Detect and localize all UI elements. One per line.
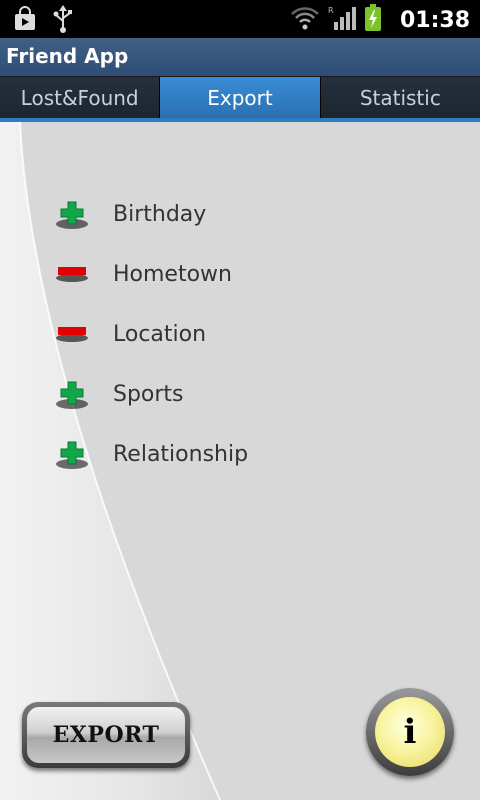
shopping-bag-icon	[12, 6, 38, 36]
minus-icon[interactable]	[50, 254, 94, 294]
list-item-sports[interactable]: Sports	[50, 374, 430, 414]
info-icon: i	[403, 712, 417, 752]
tab-export[interactable]: Export	[160, 77, 321, 119]
status-right-icons: R 01:38	[290, 4, 470, 36]
minus-icon[interactable]	[50, 314, 94, 354]
list-item-label: Hometown	[113, 261, 232, 287]
list-item-birthday[interactable]: Birthday	[50, 194, 430, 234]
plus-icon[interactable]	[50, 374, 94, 414]
status-left-icons	[12, 5, 74, 37]
list-item-hometown[interactable]: Hometown	[50, 254, 430, 294]
plus-icon[interactable]	[50, 434, 94, 474]
wifi-icon	[290, 5, 320, 35]
tab-lost-and-found[interactable]: Lost&Found	[0, 77, 161, 119]
signal-icon: R	[328, 4, 356, 36]
battery-charging-icon	[364, 4, 382, 36]
app-title: Friend App	[6, 44, 129, 68]
tab-statistic[interactable]: Statistic	[320, 77, 480, 119]
export-button-label: EXPORT	[52, 722, 160, 748]
info-button-face: i	[375, 697, 445, 767]
plus-icon[interactable]	[50, 194, 94, 234]
status-time: 01:38	[399, 7, 470, 33]
list-item-label: Birthday	[113, 201, 207, 227]
info-button[interactable]: i	[366, 688, 454, 776]
export-button-face: EXPORT	[27, 707, 185, 763]
status-bar: R 01:38	[0, 0, 480, 38]
title-bar: Friend App	[0, 38, 480, 76]
export-button[interactable]: EXPORT	[22, 702, 190, 768]
list-item-location[interactable]: Location	[50, 314, 430, 354]
list-item-label: Relationship	[113, 441, 249, 467]
list-item-label: Sports	[113, 381, 184, 407]
svg-text:R: R	[328, 6, 334, 15]
list-item-label: Location	[113, 321, 207, 347]
usb-icon	[52, 5, 74, 37]
tab-bar: Lost&Found Export Statistic	[0, 76, 480, 122]
list-item-relationship[interactable]: Relationship	[50, 434, 430, 474]
